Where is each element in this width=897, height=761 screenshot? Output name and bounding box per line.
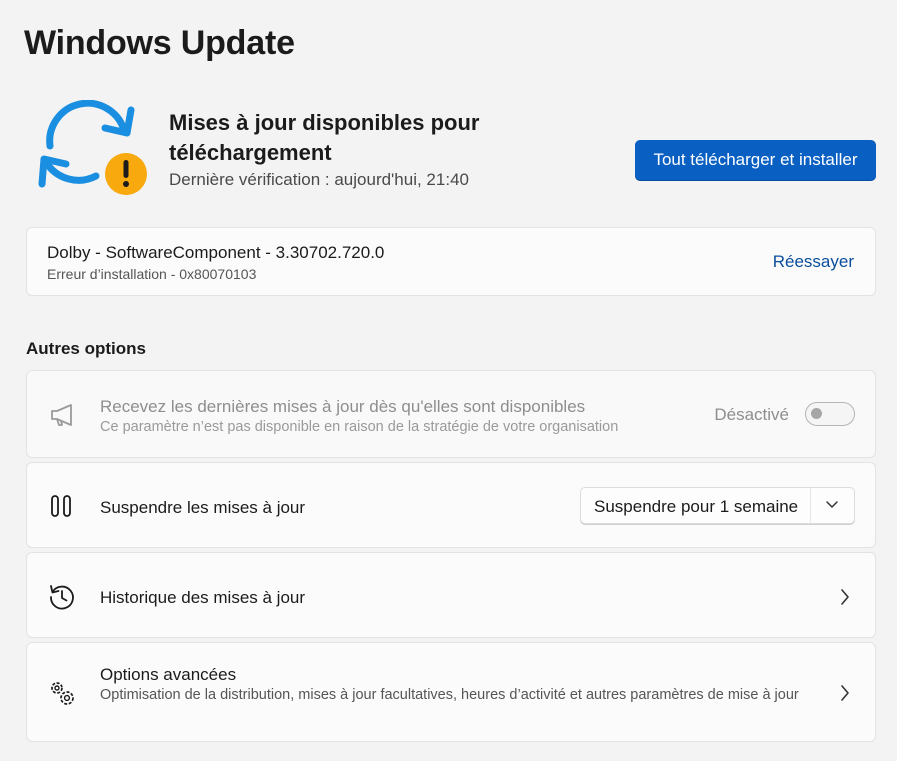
pending-update-card: Dolby - SoftwareComponent - 3.30702.720.… [26,227,876,296]
pause-icon [51,495,71,517]
option-advanced-options[interactable]: Options avancées Optimisation de la dist… [26,642,876,742]
option-description: Ce paramètre n’est pas disponible en rai… [100,419,619,435]
option-description: Optimisation de la distribution, mises à… [100,687,799,703]
option-pause-updates: Suspendre les mises à jour Suspendre pou… [26,462,876,548]
option-title: Options avancées [100,665,237,684]
toggle-knob [811,408,822,419]
history-icon [50,585,74,610]
gears-icon [51,682,74,705]
hero-title: Mises à jour disponibles pour télécharge… [169,110,480,165]
chevron-down-icon[interactable] [825,500,839,510]
page-title: Windows Update [24,24,295,62]
download-install-all-button[interactable]: Tout télécharger et installer [635,140,876,180]
latest-updates-toggle[interactable] [805,402,855,426]
option-update-history[interactable]: Historique des mises à jour [26,552,876,638]
chevron-right-icon [841,685,849,701]
other-options-heading: Autres options [26,339,146,358]
option-title: Recevez les dernières mises à jour dès q… [100,397,586,416]
dropdown-value: Suspendre pour 1 semaine [594,497,799,516]
megaphone-icon [51,404,72,426]
windows-update-page: Windows Update Mises à jour disponibles … [0,0,897,761]
update-name: Dolby - SoftwareComponent - 3.30702.720.… [47,243,385,262]
dropdown-separator [810,488,811,523]
retry-button[interactable]: Réessayer [773,252,854,272]
sync-warning-icon [38,100,147,195]
update-error-status: Erreur d’installation - 0x80070103 [47,266,257,282]
last-check-text: Dernière vérification : aujourd'hui, 21:… [169,170,469,189]
option-title: Suspendre les mises à jour [100,498,306,517]
chevron-right-icon [841,589,849,605]
option-latest-updates: Recevez les dernières mises à jour dès q… [26,370,876,458]
pause-duration-dropdown[interactable]: Suspendre pour 1 semaine [580,487,855,524]
option-title: Historique des mises à jour [100,588,306,607]
toggle-state-label: Désactivé [714,405,789,424]
